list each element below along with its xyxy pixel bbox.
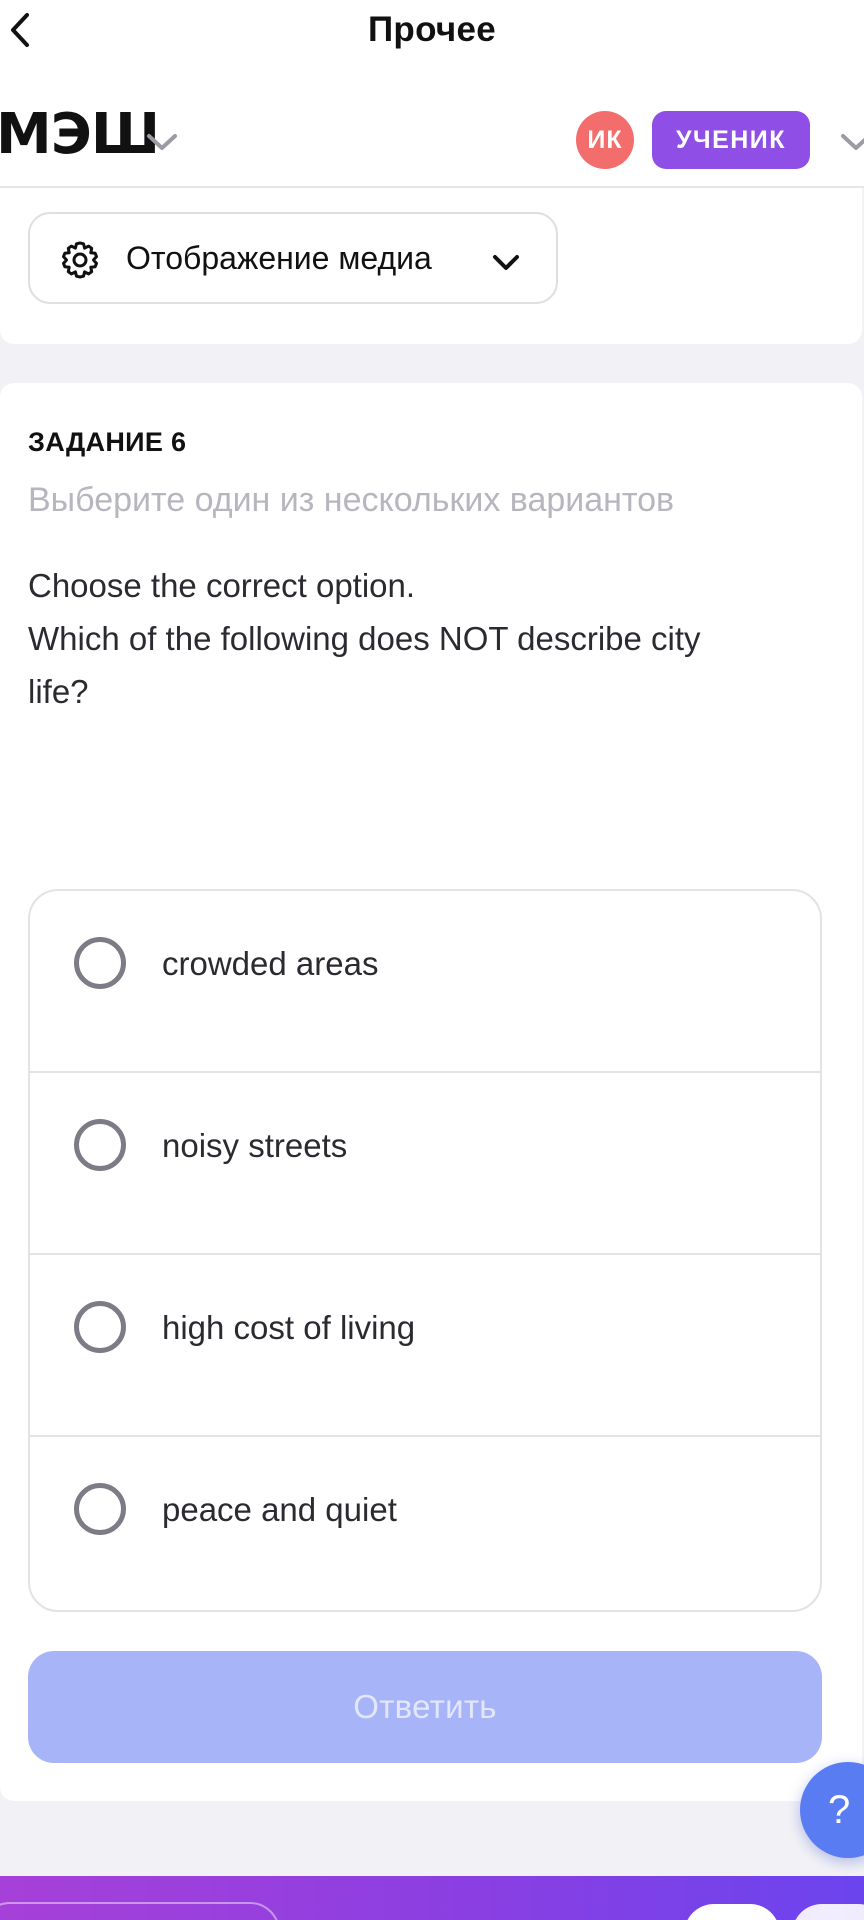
bottom-bar-button[interactable] (0, 1902, 280, 1920)
task-heading: ЗАДАНИЕ 6 (28, 427, 187, 457)
question-line: Choose the correct option. (28, 567, 416, 604)
avatar[interactable]: ИК (576, 111, 634, 169)
question-line: life? (28, 673, 89, 710)
answer-option[interactable]: high cost of living (30, 1255, 820, 1437)
submit-answer-button[interactable]: Ответить (28, 1651, 822, 1763)
media-dropdown-label: Отображение медиа (126, 240, 432, 276)
page-title: Прочее (367, 10, 497, 49)
gear-icon (62, 241, 98, 279)
app-header: МЭШ ИК УЧЕНИК (0, 62, 864, 188)
answer-option-label: crowded areas (162, 945, 379, 982)
answer-option[interactable]: crowded areas (30, 891, 820, 1073)
bottom-bar-button[interactable] (684, 1904, 780, 1920)
bottom-bar-button[interactable] (792, 1904, 864, 1920)
task-question: Choose the correct option. Which of the … (28, 559, 818, 718)
brand-dropdown-button[interactable] (142, 122, 182, 162)
radio-button[interactable] (74, 1301, 126, 1353)
answer-options: crowded areas noisy streets high cost of… (28, 889, 822, 1612)
radio-button[interactable] (74, 1119, 126, 1171)
role-badge[interactable]: УЧЕНИК (652, 111, 810, 169)
radio-button[interactable] (74, 937, 126, 989)
answer-option[interactable]: noisy streets (30, 1073, 820, 1255)
bottom-bar (0, 1876, 864, 1920)
chevron-down-icon (147, 134, 177, 150)
task-card: ЗАДАНИЕ 6 Выберите один из нескольких ва… (0, 383, 862, 1801)
answer-option-label: high cost of living (162, 1309, 416, 1346)
media-display-dropdown[interactable]: Отображение медиа (28, 212, 558, 304)
previous-task-card: Отображение медиа (0, 188, 862, 344)
answer-option-label: noisy streets (162, 1127, 348, 1164)
chevron-down-icon (493, 255, 519, 270)
answer-option-label: peace and quiet (162, 1491, 397, 1528)
nav-bar: Прочее (0, 0, 864, 62)
brand-logo[interactable]: МЭШ (0, 107, 160, 163)
radio-button[interactable] (74, 1483, 126, 1535)
task-instruction: Выберите один из нескольких вариантов (28, 481, 675, 519)
answer-option[interactable]: peace and quiet (30, 1437, 820, 1610)
profile-dropdown-button[interactable] (836, 122, 864, 162)
question-line: Which of the following does NOT describe… (28, 620, 701, 657)
chevron-down-icon (841, 134, 864, 150)
